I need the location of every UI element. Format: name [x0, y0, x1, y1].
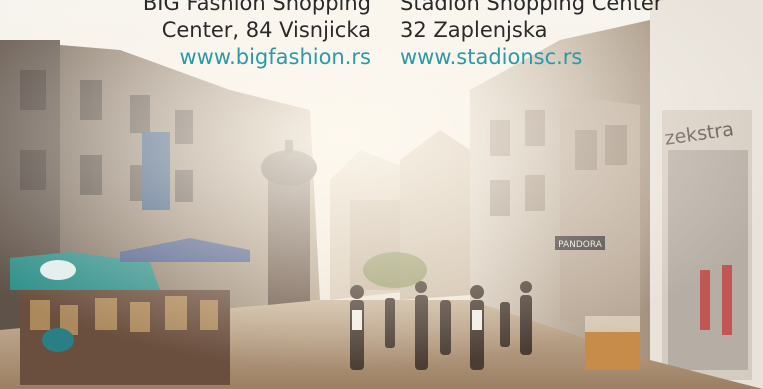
store-name-line: Stadion Shopping Center [400, 0, 663, 15]
store-website-link[interactable]: www.bigfashion.rs [143, 44, 371, 71]
store-info-bigfashion: BIG Fashion Shopping Center, 84 Visnjick… [143, 0, 371, 71]
store-address-line: Center, 84 Visnjicka [161, 18, 371, 42]
store-info-stadion: Stadion Shopping Center 32 Zaplenjska ww… [400, 0, 662, 71]
store-address-line: 32 Zaplenjska [400, 18, 548, 42]
store-name-line: BIG Fashion Shopping [142, 0, 371, 15]
store-addresses: BIG Fashion Shopping Center, 84 Visnjick… [0, 0, 763, 70]
store-website-link[interactable]: www.stadionsc.rs [400, 44, 662, 71]
